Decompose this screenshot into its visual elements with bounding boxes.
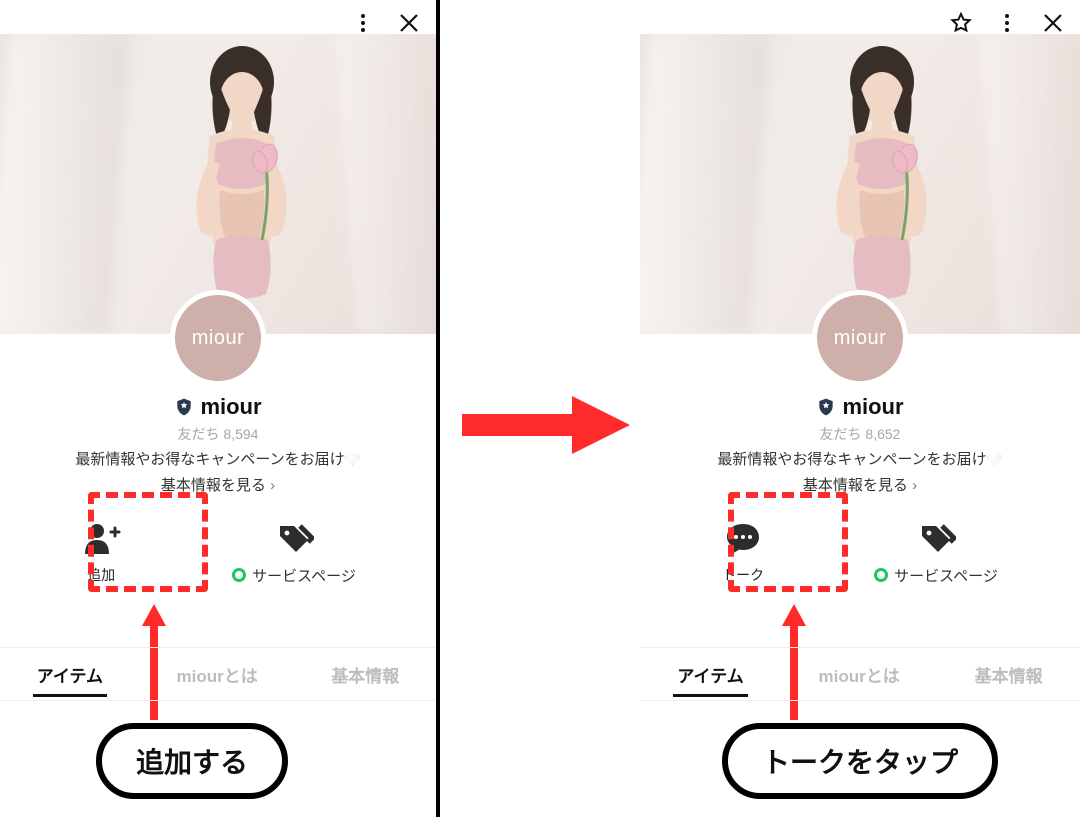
friends-count: 友だち 8,652 — [640, 424, 1080, 444]
tag-icon — [915, 517, 957, 559]
heart-icon — [345, 452, 361, 466]
profile-avatar[interactable]: miour — [812, 290, 908, 386]
cover-image — [640, 34, 1080, 334]
service-page-button[interactable]: サービスページ — [874, 517, 998, 586]
avatar-text: miour — [834, 327, 887, 350]
tag-icon — [273, 517, 315, 559]
avatar-text: miour — [192, 327, 245, 350]
add-person-icon — [80, 517, 122, 559]
profile-name: miour — [842, 394, 903, 420]
verified-shield-icon — [174, 397, 194, 417]
tab-items[interactable]: アイテム — [29, 650, 111, 699]
profile-actions: 追加 サービスページ — [0, 508, 436, 594]
cover-image — [0, 34, 436, 334]
chat-bubble-icon — [722, 517, 764, 559]
profile-tabs: アイテム miourとは 基本情報 — [0, 647, 436, 701]
profile-tabs: アイテム miourとは 基本情報 — [640, 647, 1080, 701]
favorite-star-icon[interactable] — [948, 10, 974, 36]
profile-name-row: miour — [640, 394, 1080, 420]
close-icon[interactable] — [396, 10, 422, 36]
heart-icon — [987, 452, 1003, 466]
more-menu-icon[interactable] — [350, 10, 376, 36]
service-page-label: サービスページ — [252, 565, 356, 586]
profile-description: 最新情報やお得なキャンペーンをお届け — [640, 448, 1080, 469]
add-friend-button[interactable]: 追加 — [80, 517, 122, 585]
status-dot-icon — [232, 568, 246, 582]
more-menu-icon[interactable] — [994, 10, 1020, 36]
profile-avatar[interactable]: miour — [170, 290, 266, 386]
status-dot-icon — [874, 568, 888, 582]
tab-about[interactable]: miourとは — [811, 650, 908, 699]
add-friend-label: 追加 — [87, 565, 115, 585]
tab-about[interactable]: miourとは — [169, 650, 266, 699]
close-icon[interactable] — [1040, 10, 1066, 36]
profile-name: miour — [200, 394, 261, 420]
profile-actions: トーク サービスページ — [640, 508, 1080, 594]
talk-label: トーク — [722, 565, 764, 585]
transition-arrow-icon — [462, 390, 632, 460]
friends-count: 友だち 8,594 — [0, 424, 436, 444]
service-page-button[interactable]: サービスページ — [232, 517, 356, 586]
annotation-caption: 追加する — [96, 723, 288, 799]
chevron-right-icon: › — [912, 477, 917, 494]
chevron-right-icon: › — [270, 477, 275, 494]
cover-illustration — [150, 40, 330, 334]
annotation-caption: トークをタップ — [722, 723, 998, 799]
screenshot-right: miour miour 友だち 8,652 最新情報やお得なキャンペーンをお届け… — [640, 0, 1080, 817]
more-info-link[interactable]: 基本情報を見る › — [640, 474, 1080, 495]
tab-items[interactable]: アイテム — [669, 650, 751, 699]
talk-button[interactable]: トーク — [722, 517, 764, 585]
service-page-label: サービスページ — [894, 565, 998, 586]
screenshot-left: miour miour 友だち 8,594 最新情報やお得なキャンペーンをお届け… — [0, 0, 440, 817]
more-info-link[interactable]: 基本情報を見る › — [0, 474, 436, 495]
profile-description: 最新情報やお得なキャンペーンをお届け — [0, 448, 436, 469]
verified-shield-icon — [816, 397, 836, 417]
profile-name-row: miour — [0, 394, 436, 420]
tab-basic-info[interactable]: 基本情報 — [323, 650, 407, 699]
tab-basic-info[interactable]: 基本情報 — [967, 650, 1051, 699]
cover-illustration — [790, 40, 970, 334]
